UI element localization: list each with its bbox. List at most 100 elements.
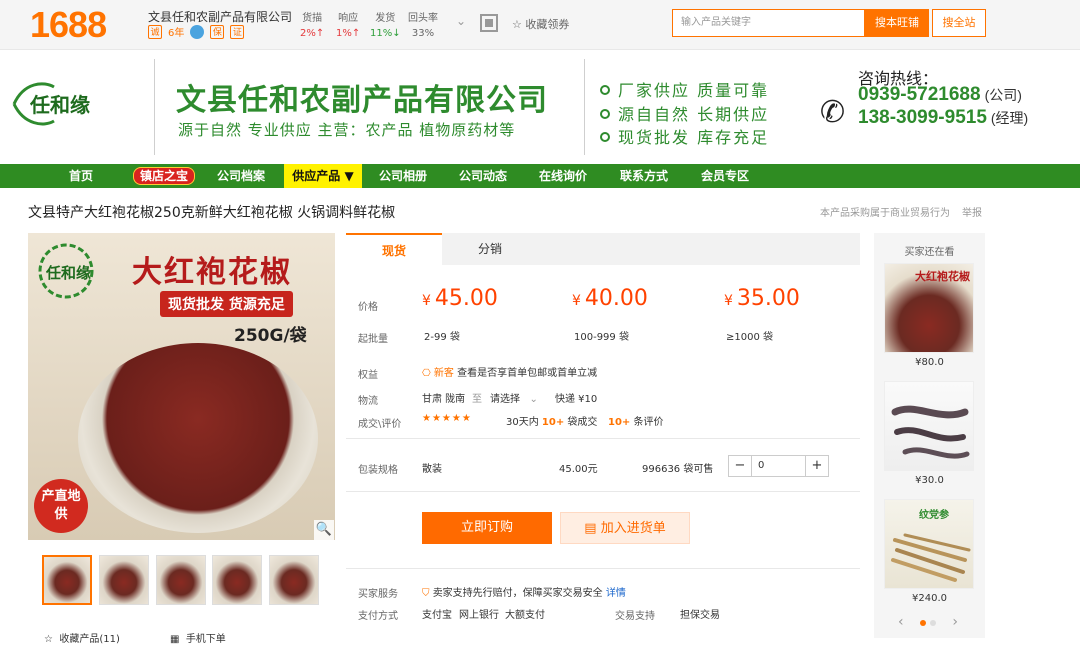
stat-response: 响应 1%↑ bbox=[336, 9, 360, 39]
service-detail-link[interactable]: 详情 bbox=[606, 588, 626, 599]
stat-description: 货描 2%↑ bbox=[300, 9, 324, 39]
main-product-image[interactable]: 任和缘 大红袍花椒 现货批发 货源充足 250G/袋 产直地供 bbox=[28, 233, 335, 540]
batch-tier-3: ≥1000 袋 bbox=[726, 332, 774, 343]
collect-coupon-link[interactable]: ☆ 收藏领券 bbox=[512, 16, 569, 32]
search-input[interactable]: 输入产品关键字 bbox=[672, 9, 865, 37]
nav-home[interactable]: 首页 bbox=[56, 164, 106, 188]
recommended-price: ¥80.0 bbox=[915, 357, 944, 368]
cart-icon: ▤ bbox=[584, 521, 597, 536]
chevron-down-icon[interactable]: ⌄ bbox=[456, 14, 466, 28]
certification-icon: 证 bbox=[230, 24, 245, 39]
feature-line: 厂家供应 质量可靠 bbox=[600, 77, 769, 101]
sold-number: 10+ bbox=[541, 417, 565, 428]
ship-to-value: 请选择 bbox=[490, 394, 520, 405]
price-value: 40.00 bbox=[584, 286, 648, 311]
brand-logo-text: 任和缘 bbox=[29, 93, 90, 117]
feature-text: 厂家供应 质量可靠 bbox=[618, 81, 770, 100]
thumbnail[interactable] bbox=[99, 555, 149, 605]
image-seal: 产直地供 bbox=[34, 479, 88, 533]
gift-icon: ⎔ bbox=[422, 368, 431, 379]
nav-company-profile[interactable]: 公司档案 bbox=[208, 164, 274, 188]
thumbnail[interactable] bbox=[269, 555, 319, 605]
thumbnail[interactable] bbox=[212, 555, 262, 605]
favorite-label: 收藏产品(11) bbox=[59, 634, 120, 645]
herb-sticks-image bbox=[891, 533, 971, 582]
image-title: 大红袍花椒 bbox=[132, 255, 292, 290]
phone-note: (公司) bbox=[984, 87, 1022, 103]
image-brand-logo: 任和缘 bbox=[38, 243, 94, 299]
price-value: 35.00 bbox=[736, 286, 800, 311]
nav-news[interactable]: 公司动态 bbox=[450, 164, 516, 188]
dot[interactable] bbox=[930, 620, 936, 626]
trust-badge-icon: 诚 bbox=[148, 24, 162, 39]
report-link[interactable]: 举报 bbox=[962, 204, 982, 219]
stat-shipping: 发货 11%↓ bbox=[370, 9, 401, 39]
shop-badges: 诚 6年 保 证 bbox=[148, 24, 245, 39]
bullet-icon bbox=[600, 109, 610, 119]
minus-button[interactable]: − bbox=[729, 456, 751, 476]
spec-label: 包装规格 bbox=[358, 465, 398, 476]
add-to-cart-label: 加入进货单 bbox=[600, 521, 666, 536]
star-icon: ☆ bbox=[44, 634, 53, 645]
thumbnail[interactable] bbox=[156, 555, 206, 605]
phone-number: 138-3099-9515 bbox=[858, 107, 987, 128]
rights-text: 查看是否享首单包邮或首单立减 bbox=[457, 368, 598, 379]
guarantee-icon: 保 bbox=[210, 24, 225, 39]
nav-products[interactable]: 供应产品 ▼ bbox=[284, 164, 362, 188]
recommended-product[interactable]: 纹党参 bbox=[884, 499, 974, 589]
trade-support-label: 交易支持 bbox=[615, 611, 655, 622]
sold-count: 30天内 10+ 袋成交 bbox=[506, 413, 597, 428]
mobile-order-button[interactable]: ▦ 手机下单 bbox=[170, 630, 226, 645]
plus-button[interactable]: + bbox=[806, 456, 828, 476]
currency: ¥ bbox=[572, 293, 581, 309]
rating-stars-icon: ★★★★★ bbox=[422, 413, 472, 424]
tab-distribution[interactable]: 分销 bbox=[442, 233, 538, 265]
sold-suffix: 袋成交 bbox=[567, 417, 598, 428]
offer-tabs: 现货 分销 bbox=[346, 233, 860, 265]
nav-members[interactable]: 会员专区 bbox=[692, 164, 758, 188]
review-count[interactable]: 10+ 条评价 bbox=[608, 413, 663, 428]
favorite-button[interactable]: ☆ 收藏产品(11) bbox=[44, 630, 120, 645]
buy-now-button[interactable]: 立即订购 bbox=[422, 512, 552, 544]
rights-row[interactable]: ⎔ 新客 查看是否享首单包邮或首单立减 bbox=[422, 364, 597, 379]
bullet-icon bbox=[600, 132, 610, 142]
quantity-input[interactable]: 0 bbox=[751, 456, 806, 476]
spec-price: 45.00元 bbox=[559, 464, 598, 475]
nav-contact[interactable]: 联系方式 bbox=[611, 164, 677, 188]
price-tier-3: ¥35.00 bbox=[724, 286, 800, 311]
zoom-icon[interactable]: 🔍 bbox=[314, 520, 334, 540]
sold-prefix: 30天内 bbox=[506, 417, 539, 428]
recommended-price: ¥240.0 bbox=[912, 593, 947, 604]
spec-value: 散装 bbox=[422, 464, 442, 475]
qr-code-icon[interactable] bbox=[480, 14, 498, 32]
stat-label: 货描 bbox=[302, 13, 323, 24]
shop-years: 6年 bbox=[168, 28, 185, 39]
search-shop-button[interactable]: 搜本旺铺 bbox=[865, 9, 929, 37]
nav-album[interactable]: 公司相册 bbox=[370, 164, 436, 188]
ship-to-select[interactable]: 请选择 ⌄ bbox=[490, 390, 538, 405]
shop-company-name[interactable]: 文县任和农副产品有限公司 bbox=[148, 8, 292, 25]
search-all-button[interactable]: 搜全站 bbox=[932, 9, 986, 37]
nav-treasure[interactable]: 镇店之宝 bbox=[128, 164, 200, 188]
nav-inquiry[interactable]: 在线询价 bbox=[530, 164, 596, 188]
price-value: 45.00 bbox=[434, 286, 498, 311]
stat-value: 33% bbox=[411, 28, 435, 39]
rights-label: 权益 bbox=[358, 370, 378, 381]
tab-spot[interactable]: 现货 bbox=[346, 233, 442, 265]
thumbnail[interactable] bbox=[42, 555, 92, 605]
site-logo[interactable]: 1688 bbox=[30, 4, 107, 46]
payment-bank: 网上银行 bbox=[459, 610, 499, 621]
recommended-product[interactable]: 大红袍花椒 bbox=[884, 263, 974, 353]
batch-label: 起批量 bbox=[358, 334, 388, 345]
phone-company: 0939-5721688 (公司) bbox=[858, 84, 1022, 106]
phone-manager: 138-3099-9515 (经理) bbox=[858, 107, 1028, 129]
batch-tier-1: 2-99 袋 bbox=[424, 332, 460, 343]
recommended-product[interactable] bbox=[884, 381, 974, 471]
add-to-cart-button[interactable]: ▤ 加入进货单 bbox=[560, 512, 690, 544]
brand-logo[interactable]: 任和缘 bbox=[4, 77, 132, 131]
verified-icon bbox=[190, 24, 205, 39]
stat-return-rate: 回头率 33% bbox=[408, 9, 438, 39]
chevron-right-icon[interactable]: › bbox=[952, 614, 958, 630]
chevron-left-icon[interactable]: ‹ bbox=[898, 614, 904, 630]
dot[interactable] bbox=[920, 620, 926, 626]
